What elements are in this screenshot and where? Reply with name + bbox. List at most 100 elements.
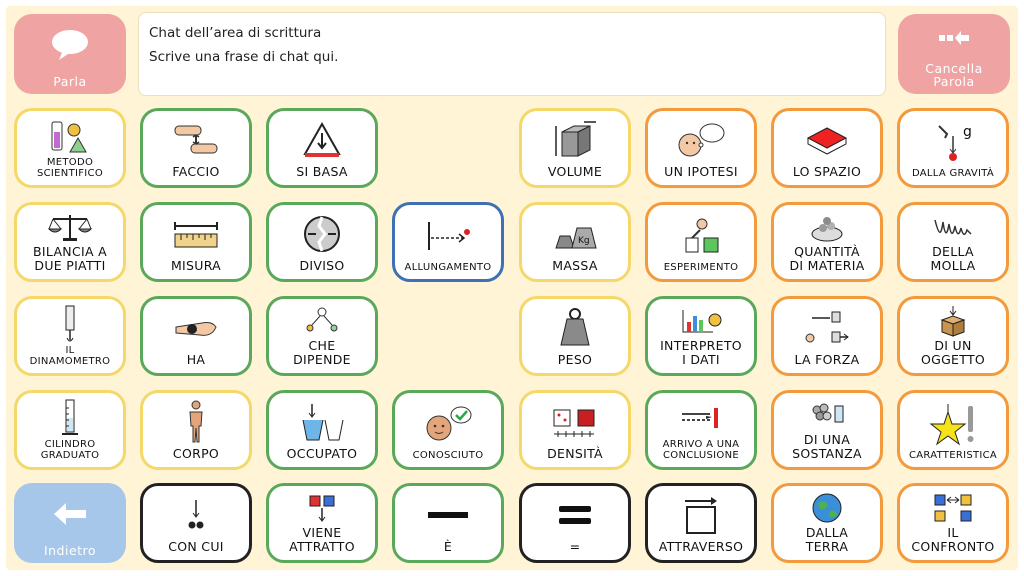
cell-metodo-scientifico[interactable]: METODO SCIENTIFICO — [14, 108, 126, 188]
chat-input-area[interactable]: Chat dell’area di scrittura Scrive una f… — [138, 12, 886, 96]
scientific-method-icon — [51, 121, 87, 153]
cell-label: LO SPAZIO — [792, 164, 862, 179]
cell-label: DENSITÀ — [547, 446, 603, 461]
cell-label: = — [569, 539, 581, 554]
svg-text:Kg: Kg — [578, 236, 590, 246]
cell-label: DI UN OGGETTO — [920, 338, 986, 367]
dynamometer-icon — [65, 305, 75, 342]
cell-peso[interactable]: PESO — [519, 296, 631, 376]
cell-diviso[interactable]: DIVISO — [266, 202, 378, 282]
cell-corpo[interactable]: CORPO — [140, 390, 252, 470]
substance-icon — [812, 403, 844, 423]
cell-il-confronto[interactable]: IL CONFRONTO — [897, 483, 1009, 563]
cell-allungamento[interactable]: ALLUNGAMENTO — [392, 202, 504, 282]
cell-conosciuto[interactable]: CONOSCIUTO — [392, 390, 504, 470]
human-body-icon — [189, 400, 203, 443]
cell-label: DI UNA SOSTANZA — [792, 432, 862, 461]
cell-label: CILINDRO GRADUATO — [40, 439, 100, 461]
cell-quantita-materia[interactable]: QUANTITÀ DI MATERIA — [771, 202, 883, 282]
cell-viene-attratto[interactable]: VIENE ATTRATTO — [266, 483, 378, 563]
cell-della-molla[interactable]: DELLA MOLLA — [897, 202, 1009, 282]
cell-label: IL DINAMOMETRO — [29, 345, 111, 367]
chat-title: Chat dell’area di scrittura — [149, 25, 322, 41]
cell-si-basa[interactable]: SI BASA — [266, 108, 378, 188]
cell-label: SI BASA — [296, 164, 348, 179]
cell-label: LA FORZA — [794, 352, 860, 367]
speech-bubble-icon — [52, 29, 88, 60]
cell-dalla-terra[interactable]: DALLA TERRA — [771, 483, 883, 563]
force-icon — [805, 311, 849, 343]
ruler-measure-icon — [174, 222, 218, 248]
cell-label: DELLA MOLLA — [930, 244, 976, 273]
cell-arrivo-conclusione[interactable]: ARRIVO A UNA CONCLUSIONE — [645, 390, 757, 470]
cell-di-una-sostanza[interactable]: DI UNA SOSTANZA — [771, 390, 883, 470]
cell-label: CORPO — [172, 446, 220, 461]
conclusion-arrow-icon — [682, 408, 718, 428]
cell-label: OCCUPATO — [286, 446, 358, 461]
cell-lo-spazio[interactable]: LO SPAZIO — [771, 108, 883, 188]
cell-label: CON CUI — [168, 539, 224, 554]
cell-dinamometro[interactable]: IL DINAMOMETRO — [14, 296, 126, 376]
speak-button[interactable]: Parla — [14, 14, 126, 94]
cell-label: ATTRAVERSO — [658, 539, 744, 554]
cell-label: CARATTERISTICA — [908, 450, 998, 461]
cell-caratteristica[interactable]: CARATTERISTICA — [897, 390, 1009, 470]
cell-uguale[interactable]: = — [519, 483, 631, 563]
cell-dalla-gravita[interactable]: g DALLA GRAVITÀ — [897, 108, 1009, 188]
hand-holding-icon — [175, 322, 217, 336]
cell-esperimento[interactable]: ESPERIMENTO — [645, 202, 757, 282]
back-button[interactable]: Indietro — [14, 483, 126, 563]
cell-label: ALLUNGAMENTO — [404, 262, 492, 273]
balance-scale-icon — [47, 215, 93, 241]
cell-la-forza[interactable]: LA FORZA — [771, 296, 883, 376]
cell-di-un-oggetto[interactable]: DI UN OGGETTO — [897, 296, 1009, 376]
cell-label: CHE DIPENDE — [293, 338, 351, 367]
with-which-icon — [188, 500, 204, 529]
cell-e[interactable]: è — [392, 483, 504, 563]
cell-label: DIVISO — [299, 258, 345, 273]
delete-word-button[interactable]: Cancella Parola — [898, 14, 1010, 94]
cell-bilancia[interactable]: BILANCIA A DUE PIATTI — [14, 202, 126, 282]
cell-label: MASSA — [552, 258, 598, 273]
density-cubes-icon — [553, 409, 595, 437]
cell-label: DALLA TERRA — [805, 525, 849, 554]
cell-che-dipende[interactable]: CHE DIPENDE — [266, 296, 378, 376]
cell-densita[interactable]: DENSITÀ — [519, 390, 631, 470]
weight-icon — [560, 308, 590, 346]
cell-con-cui[interactable]: CON CUI — [140, 483, 252, 563]
matter-quantity-icon — [811, 217, 843, 242]
cell-ha[interactable]: HA — [140, 296, 252, 376]
cell-label: VOLUME — [547, 164, 603, 179]
thinking-person-icon — [678, 123, 725, 157]
cell-label: PESO — [557, 352, 593, 367]
dash-line-icon — [428, 512, 468, 518]
elongation-icon — [428, 221, 470, 250]
cell-cilindro-graduato[interactable]: CILINDRO GRADUATO — [14, 390, 126, 470]
spring-icon — [934, 219, 972, 235]
left-arrow-icon — [54, 502, 86, 525]
cell-un-ipotesi[interactable]: UN IPOTESI — [645, 108, 757, 188]
star-exclamation-icon — [929, 403, 974, 445]
gravity-icon: g — [938, 124, 972, 161]
cell-volume[interactable]: VOLUME — [519, 108, 631, 188]
cell-occupato[interactable]: OCCUPATO — [266, 390, 378, 470]
earth-globe-icon — [812, 493, 842, 523]
comparison-icon — [934, 494, 972, 522]
object-box-icon — [940, 306, 966, 337]
cell-label: UN IPOTESI — [664, 164, 738, 179]
cell-massa[interactable]: Kg MASSA — [519, 202, 631, 282]
divided-circle-icon — [304, 216, 340, 252]
cell-misura[interactable]: MISURA — [140, 202, 252, 282]
equals-icon — [559, 506, 591, 524]
backspace-arrow-icon — [939, 31, 969, 45]
cell-label: CONOSCIUTO — [412, 450, 484, 461]
cell-label: QUANTITÀ DI MATERIA — [789, 244, 865, 273]
cell-attraverso[interactable]: ATTRAVERSO — [645, 483, 757, 563]
cell-label: IL CONFRONTO — [911, 525, 995, 554]
cell-label: ESPERIMENTO — [663, 262, 739, 273]
cell-faccio[interactable]: FACCIO — [140, 108, 252, 188]
cell-interpreto-dati[interactable]: INTERPRETO I DATI — [645, 296, 757, 376]
cell-label: DALLA GRAVITÀ — [911, 168, 995, 179]
cell-label: INTERPRETO I DATI — [660, 338, 742, 367]
cell-label: MISURA — [170, 258, 222, 273]
